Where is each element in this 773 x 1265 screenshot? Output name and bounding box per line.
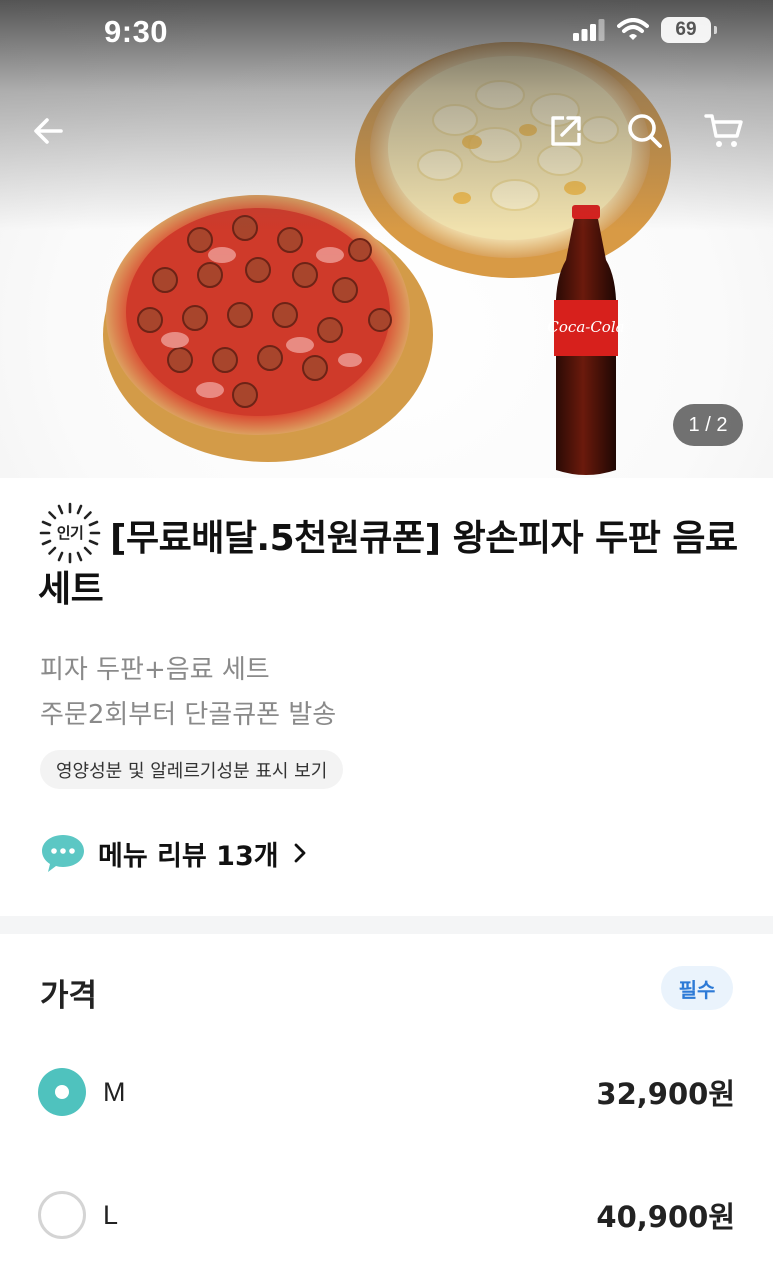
status-bar: 9:30 69 (0, 0, 773, 66)
description-line: 주문2회부터 단골큐폰 발송 (40, 700, 337, 730)
required-badge: 필수 (661, 966, 733, 1010)
popular-badge-label: 인기 (56, 524, 84, 542)
image-page-indicator: 1 / 2 (673, 404, 743, 446)
back-arrow-icon (34, 118, 63, 144)
search-icon (628, 114, 662, 148)
status-icons: 69 (573, 17, 717, 43)
price-option-m[interactable]: M 32,900원 (38, 1065, 735, 1119)
search-button[interactable] (620, 106, 670, 156)
cart-icon (704, 114, 743, 147)
option-price: 40,900원 (596, 1200, 735, 1234)
section-divider (0, 916, 773, 934)
menu-review-label: 메뉴 리뷰 13개 (98, 840, 279, 872)
nutrition-info-button[interactable]: 영양성분 및 알레르기성분 표시 보기 (40, 750, 344, 789)
chevron-right-icon (294, 843, 305, 863)
product-description: 피자 두판+음료 세트 주문2회부터 단골큐폰 발송 (40, 648, 336, 738)
signal-icon (573, 19, 605, 41)
battery-indicator: 69 (661, 17, 717, 43)
share-button[interactable] (541, 106, 591, 156)
wifi-icon (617, 18, 649, 40)
share-icon (551, 116, 581, 146)
description-line: 피자 두판+음료 세트 (40, 655, 270, 685)
back-button[interactable] (24, 106, 74, 156)
radio-selected[interactable] (38, 1068, 86, 1116)
price-option-l[interactable]: L 40,900원 (38, 1188, 735, 1242)
price-section-title: 가격 (40, 978, 98, 1014)
menu-review-link[interactable]: 메뉴 리뷰 13개 (40, 830, 309, 876)
svg-text:Coca-Cola: Coca-Cola (547, 318, 624, 336)
product-title-block: 인기 [무료배달.5천원큐폰] 왕손피자 두판 음료세트 (38, 502, 738, 615)
product-image-carousel[interactable]: Coca-Cola (0, 0, 773, 478)
product-title-text: [무료배달.5천원큐폰] 왕손피자 두판 음료세트 (38, 518, 738, 610)
product-title: 인기 [무료배달.5천원큐폰] 왕손피자 두판 음료세트 (38, 502, 738, 615)
status-time: 9:30 (104, 14, 169, 49)
cart-button[interactable] (699, 106, 749, 156)
option-name: M (103, 1076, 126, 1107)
option-price: 32,900원 (596, 1077, 735, 1111)
popular-badge: 인기 (38, 501, 102, 565)
chat-bubble-icon (42, 835, 84, 872)
radio-unselected[interactable] (38, 1191, 86, 1239)
option-name: L (103, 1199, 119, 1230)
